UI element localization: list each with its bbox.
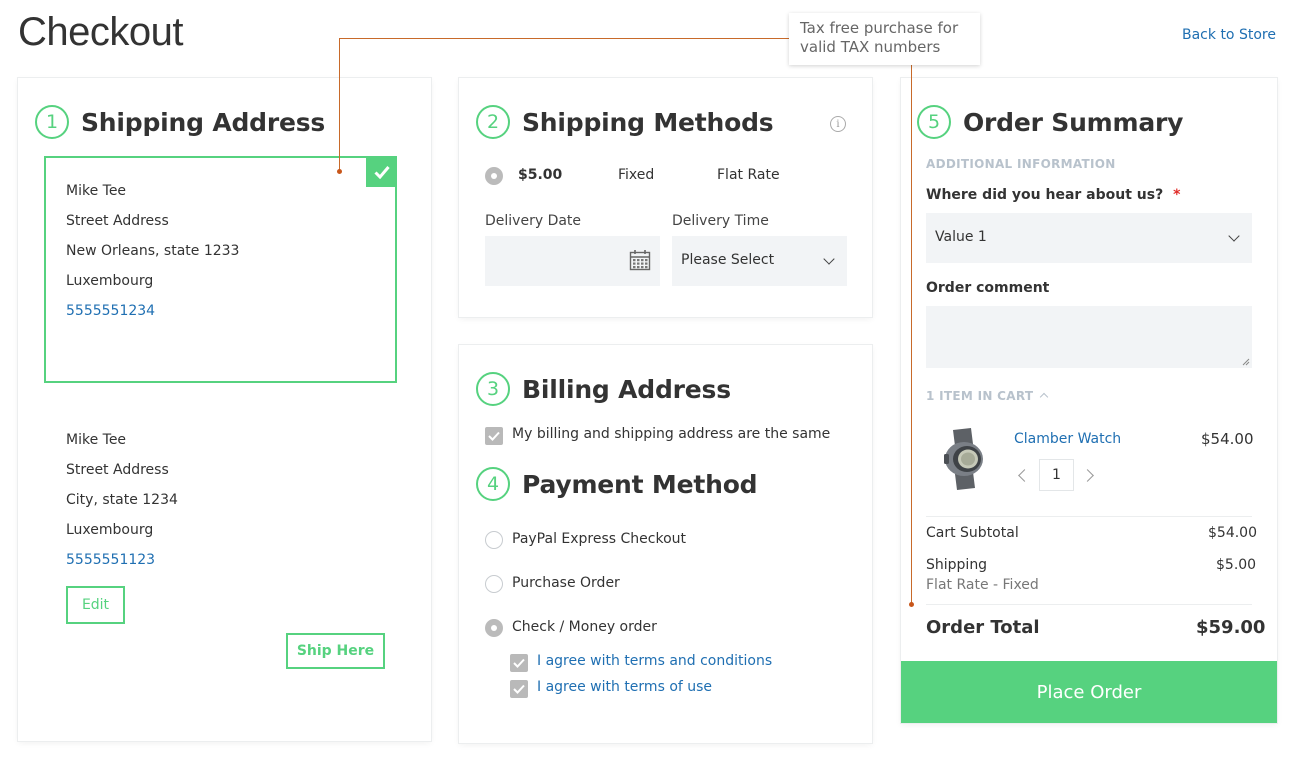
divider	[926, 604, 1252, 605]
delivery-date-label: Delivery Date	[485, 213, 582, 229]
items-in-cart-toggle[interactable]: 1 ITEM IN CART	[926, 389, 1049, 403]
cart-item-price: $54.00	[1201, 430, 1254, 448]
shipping-methods-title: Shipping Methods	[522, 107, 774, 137]
tooltip-line-2: valid TAX numbers	[800, 38, 941, 56]
tax-free-tooltip: Tax free purchase for valid TAX numbers	[789, 13, 980, 65]
tooltip-line-1: Tax free purchase for	[800, 19, 959, 37]
payment-radio-paypal[interactable]	[485, 531, 503, 549]
shipping-rate-radio[interactable]	[485, 167, 503, 185]
agreement-checkbox-use[interactable]	[510, 680, 528, 698]
order-summary-title: Order Summary	[963, 107, 1184, 137]
address-country: Luxembourg	[66, 273, 154, 289]
shipping-method-summary: Flat Rate - Fixed	[926, 577, 1039, 593]
shipping-address-step: 1 Shipping Address	[35, 105, 325, 139]
required-mark: *	[1173, 187, 1181, 203]
step-number: 5	[917, 105, 951, 139]
resize-handle-icon[interactable]	[1242, 358, 1250, 366]
shipping-total-value: $5.00	[1216, 557, 1257, 573]
step-number: 1	[35, 105, 69, 139]
same-address-checkbox[interactable]	[485, 427, 503, 445]
tooltip-leader-dot	[337, 169, 342, 174]
agreement-link-terms[interactable]: I agree with terms and conditions	[537, 653, 772, 669]
back-to-store-link[interactable]: Back to Store	[1182, 27, 1276, 43]
info-icon[interactable]: i	[830, 116, 846, 132]
shipping-address-title: Shipping Address	[81, 107, 326, 137]
product-image[interactable]	[939, 428, 989, 490]
shipping-methods-step: 2 Shipping Methods	[476, 105, 774, 139]
additional-info-heading: ADDITIONAL INFORMATION	[926, 157, 1116, 171]
divider	[926, 516, 1252, 517]
payment-radio-purchase-order[interactable]	[485, 575, 503, 593]
chevron-down-icon	[1228, 230, 1240, 242]
payment-method-step: 4 Payment Method	[476, 467, 758, 501]
place-order-button[interactable]: Place Order	[901, 661, 1277, 723]
shipping-rate-method: Fixed	[618, 167, 655, 183]
order-summary-step: 5 Order Summary	[917, 105, 1183, 139]
agreement-checkbox-terms[interactable]	[510, 654, 528, 672]
cart-subtotal-value: $54.00	[1208, 525, 1257, 541]
tooltip-leader-line	[911, 65, 912, 604]
ship-here-button[interactable]: Ship Here	[286, 633, 385, 669]
order-comment-textarea[interactable]	[926, 306, 1252, 368]
shipping-rate-price: $5.00	[518, 167, 563, 183]
hear-about-value: Value 1	[935, 229, 987, 245]
address-city: New Orleans, state 1233	[66, 243, 240, 259]
check-icon	[513, 684, 525, 694]
selected-check-icon	[366, 156, 397, 187]
cart-item-name-link[interactable]: Clamber Watch	[1014, 431, 1121, 447]
payment-label-purchase-order: Purchase Order	[512, 575, 620, 591]
payment-radio-checkmo[interactable]	[485, 619, 503, 637]
check-icon	[513, 658, 525, 668]
order-total-label: Order Total	[926, 617, 1040, 638]
shipping-rate-carrier: Flat Rate	[717, 167, 780, 183]
tooltip-leader-line	[339, 38, 789, 39]
address-street: Street Address	[66, 213, 169, 229]
address-name: Mike Tee	[66, 432, 127, 448]
delivery-time-select[interactable]: Please Select	[672, 236, 847, 286]
hear-about-label: Where did you hear about us? *	[926, 187, 1180, 203]
edit-address-button[interactable]: Edit	[66, 586, 125, 624]
payment-method-title: Payment Method	[522, 469, 758, 499]
qty-input[interactable]: 1	[1039, 459, 1074, 491]
delivery-date-input[interactable]	[485, 236, 660, 286]
address-name: Mike Tee	[66, 183, 127, 199]
hear-about-select[interactable]: Value 1	[926, 213, 1252, 263]
billing-address-step: 3 Billing Address	[476, 372, 731, 406]
address-country: Luxembourg	[66, 522, 154, 538]
delivery-time-value: Please Select	[681, 252, 775, 268]
calendar-icon[interactable]	[629, 249, 651, 271]
cart-subtotal-label: Cart Subtotal	[926, 525, 1019, 541]
step-number: 4	[476, 467, 510, 501]
order-total-value: $59.00	[1196, 617, 1266, 638]
order-comment-label: Order comment	[926, 280, 1050, 296]
delivery-time-label: Delivery Time	[672, 213, 769, 229]
check-icon	[488, 431, 500, 441]
tooltip-leader-dot	[909, 602, 914, 607]
address-city: City, state 1234	[66, 492, 178, 508]
agreement-link-use[interactable]: I agree with terms of use	[537, 679, 712, 695]
shipping-total-label: Shipping	[926, 557, 988, 573]
address-street: Street Address	[66, 462, 169, 478]
page-title: Checkout	[18, 10, 183, 54]
hear-about-label-text: Where did you hear about us?	[926, 187, 1164, 203]
address-phone-link[interactable]: 5555551234	[66, 303, 155, 319]
payment-label-checkmo: Check / Money order	[512, 619, 657, 635]
chevron-up-icon	[1039, 392, 1049, 402]
payment-label-paypal: PayPal Express Checkout	[512, 531, 687, 547]
billing-address-title: Billing Address	[522, 374, 731, 404]
items-in-cart-label: 1 ITEM IN CART	[926, 389, 1034, 403]
chevron-down-icon	[823, 253, 835, 265]
same-address-label: My billing and shipping address are the …	[512, 426, 831, 442]
step-number: 3	[476, 372, 510, 406]
step-number: 2	[476, 105, 510, 139]
tooltip-leader-line	[339, 38, 340, 171]
address-phone-link[interactable]: 5555551123	[66, 552, 155, 568]
